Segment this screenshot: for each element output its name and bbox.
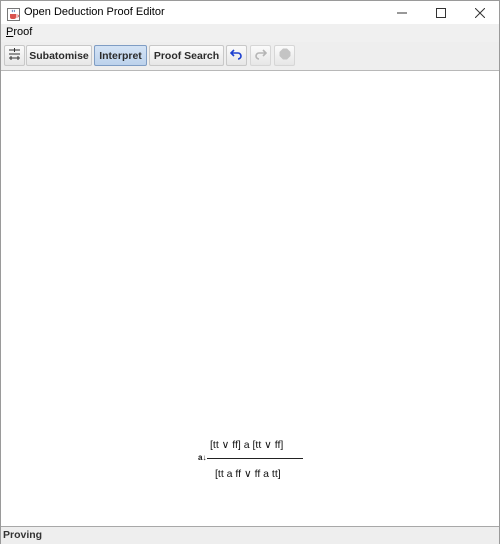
status-text: Proving: [3, 529, 43, 541]
menu-proof-label: roof: [13, 26, 33, 38]
status-bar: Proving: [1, 526, 499, 544]
proof-search-button[interactable]: Proof Search: [149, 45, 224, 66]
structure-icon: [8, 48, 21, 63]
stop-button[interactable]: [274, 45, 295, 66]
subatomise-button[interactable]: Subatomise: [26, 45, 92, 66]
derivation[interactable]: [tt ∨ ff] a [tt ∨ ff] a↓ [tt a ff ∨ ff a…: [198, 439, 308, 485]
maximize-button[interactable]: [421, 1, 461, 24]
redo-button[interactable]: [250, 45, 271, 66]
rule-name-label: a↓: [198, 453, 207, 462]
close-icon: [475, 7, 485, 18]
app-window: Open Deduction Proof Editor Proof Subato…: [0, 0, 500, 544]
derivation-premise[interactable]: [tt ∨ ff] a [tt ∨ ff]: [210, 439, 283, 451]
menu-bar: Proof: [1, 24, 499, 42]
derivation-conclusion[interactable]: [tt a ff ∨ ff a tt]: [215, 468, 281, 480]
undo-icon: [229, 48, 243, 63]
stop-icon: [279, 48, 291, 63]
inference-line: [207, 458, 303, 459]
maximize-icon: [436, 7, 446, 18]
minimize-icon: [397, 8, 407, 18]
undo-button[interactable]: [226, 45, 247, 66]
close-button[interactable]: [460, 1, 500, 24]
redo-icon: [254, 48, 268, 63]
minimize-button[interactable]: [382, 1, 422, 24]
structure-button[interactable]: [4, 45, 25, 66]
toolbar: Subatomise Interpret Proof Search: [1, 42, 499, 71]
interpret-button[interactable]: Interpret: [94, 45, 147, 66]
menu-proof[interactable]: Proof: [6, 26, 32, 38]
window-title: Open Deduction Proof Editor: [24, 6, 165, 18]
title-bar: Open Deduction Proof Editor: [1, 1, 499, 24]
java-cup-icon: [7, 6, 20, 21]
